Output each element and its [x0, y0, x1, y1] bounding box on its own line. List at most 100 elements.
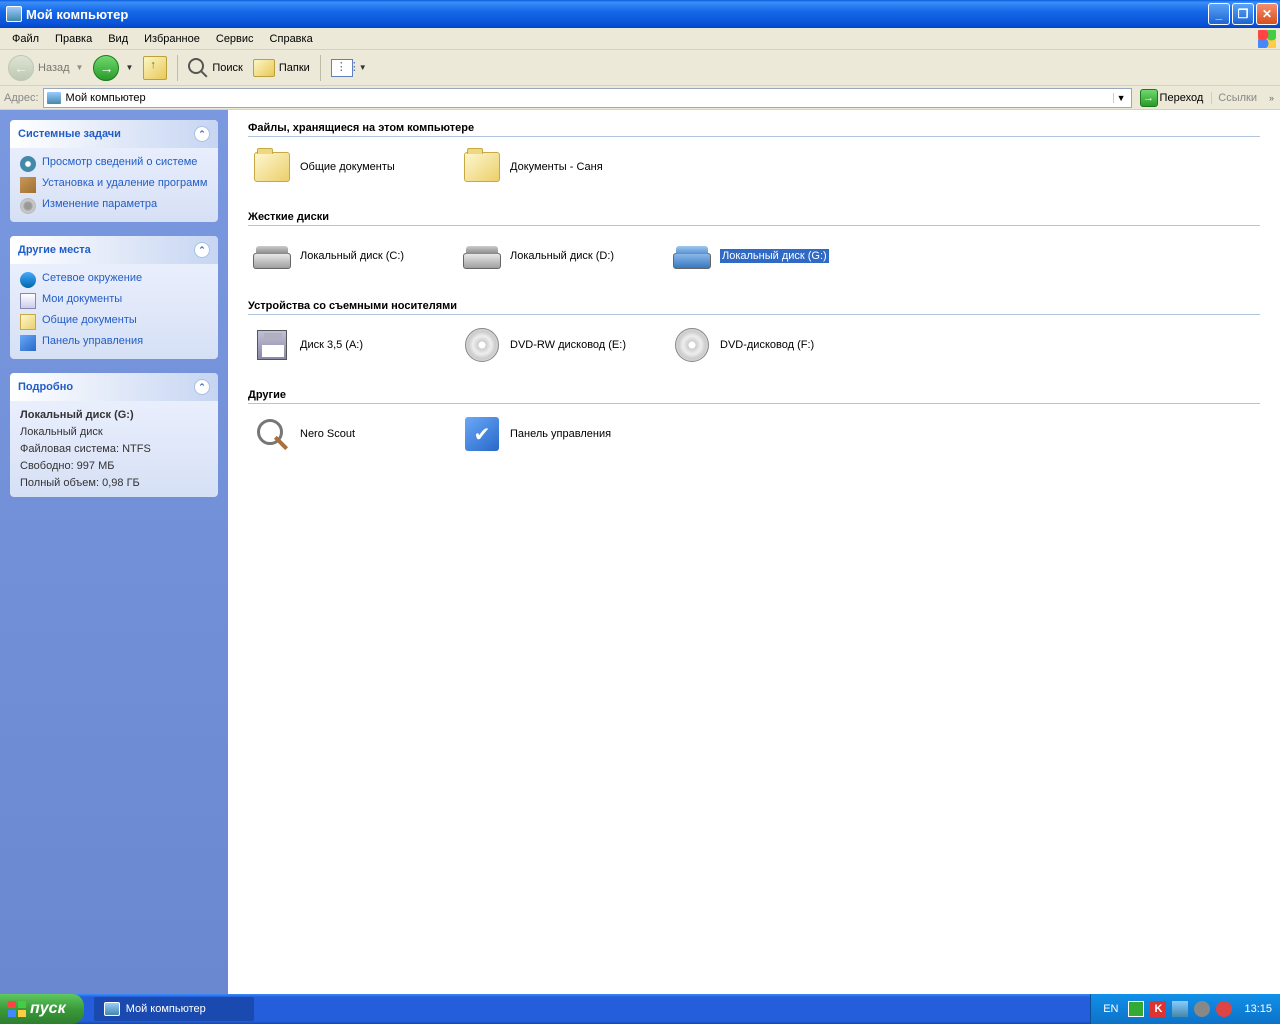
toolbar: ← Назад ▼ → ▼ Поиск Папки ▼	[0, 50, 1280, 86]
item-label: Документы - Саня	[510, 161, 603, 173]
list-item[interactable]: DVD-RW дисковод (E:)	[458, 321, 668, 369]
info-icon	[20, 156, 36, 172]
computer-icon	[46, 91, 62, 105]
task-change-setting[interactable]: Изменение параметра	[20, 198, 208, 214]
go-button[interactable]: → Переход	[1136, 89, 1208, 107]
menu-help[interactable]: Справка	[262, 31, 321, 47]
address-field[interactable]: Мой компьютер ▼	[43, 88, 1132, 108]
collapse-icon: ⌃	[194, 126, 210, 142]
links-button[interactable]: Ссылки	[1211, 92, 1263, 104]
panel-header[interactable]: Подробно ⌃	[10, 373, 218, 401]
maximize-button[interactable]: ❐	[1232, 3, 1254, 25]
folder-icon	[462, 147, 502, 187]
panel-system-tasks: Системные задачи ⌃ Просмотр сведений о с…	[10, 120, 218, 222]
forward-button[interactable]: → ▼	[89, 53, 137, 83]
search-label: Поиск	[212, 62, 242, 74]
list-item[interactable]: Локальный диск (C:)	[248, 232, 458, 280]
detail-name: Локальный диск (G:)	[20, 409, 208, 421]
back-label: Назад	[38, 62, 70, 74]
list-item[interactable]: Локальный диск (G:)	[668, 232, 878, 280]
panel-header[interactable]: Другие места ⌃	[10, 236, 218, 264]
window-title: Мой компьютер	[26, 7, 1208, 22]
panel-header[interactable]: Системные задачи ⌃	[10, 120, 218, 148]
computer-icon	[6, 6, 22, 22]
task-add-remove-programs[interactable]: Установка и удаление программ	[20, 177, 208, 193]
views-icon	[331, 59, 353, 77]
taskbar-item-label: Мой компьютер	[126, 1003, 206, 1015]
tray-icon[interactable]	[1216, 1001, 1232, 1017]
folder-icon	[253, 59, 275, 77]
menu-favorites[interactable]: Избранное	[136, 31, 208, 47]
control-panel-icon	[20, 335, 36, 351]
list-item[interactable]: Документы - Саня	[458, 143, 668, 191]
hdd-blue-icon	[672, 236, 712, 276]
cpanel-icon: ✔	[462, 414, 502, 454]
menu-tools[interactable]: Сервис	[208, 31, 262, 47]
search-button[interactable]: Поиск	[184, 56, 246, 80]
group-header: Жесткие диски	[248, 211, 1260, 226]
list-item[interactable]: ✔Панель управления	[458, 410, 668, 458]
clock[interactable]: 13:15	[1238, 1003, 1272, 1015]
list-item[interactable]: Локальный диск (D:)	[458, 232, 668, 280]
folders-label: Папки	[279, 62, 310, 74]
network-icon	[20, 272, 36, 288]
hdd-icon	[462, 236, 502, 276]
detail-free: Свободно: 997 МБ	[20, 460, 208, 472]
menu-view[interactable]: Вид	[100, 31, 136, 47]
tray-icon[interactable]	[1194, 1001, 1210, 1017]
list-item[interactable]: Nero Scout	[248, 410, 458, 458]
links-chevron-icon[interactable]: »	[1267, 93, 1276, 103]
panel-title: Другие места	[18, 244, 91, 256]
menu-edit[interactable]: Правка	[47, 31, 100, 47]
addressbar: Адрес: Мой компьютер ▼ → Переход Ссылки …	[0, 86, 1280, 110]
windows-logo-icon	[1258, 30, 1276, 48]
chevron-down-icon: ▼	[125, 63, 133, 72]
back-button[interactable]: ← Назад ▼	[4, 53, 87, 83]
place-network[interactable]: Сетевое окружение	[20, 272, 208, 288]
close-button[interactable]: ✕	[1256, 3, 1278, 25]
box-icon	[20, 177, 36, 193]
place-my-documents[interactable]: Мои документы	[20, 293, 208, 309]
kaspersky-icon[interactable]: K	[1150, 1001, 1166, 1017]
menubar: Файл Правка Вид Избранное Сервис Справка	[0, 28, 1280, 50]
address-dropdown[interactable]: ▼	[1113, 93, 1129, 103]
list-item[interactable]: Диск 3,5 (A:)	[248, 321, 458, 369]
folders-button[interactable]: Папки	[249, 57, 314, 79]
item-label: Локальный диск (C:)	[300, 250, 404, 262]
document-icon	[20, 293, 36, 309]
group-header: Другие	[248, 389, 1260, 404]
address-label: Адрес:	[4, 92, 39, 104]
start-button[interactable]: пуск	[0, 994, 84, 1024]
tray-icon[interactable]	[1128, 1001, 1144, 1017]
up-button[interactable]	[139, 54, 171, 82]
chevron-down-icon: ▼	[76, 63, 84, 72]
list-item[interactable]: DVD-дисковод (F:)	[668, 321, 878, 369]
content-area: Файлы, хранящиеся на этом компьютереОбщи…	[228, 110, 1280, 996]
forward-icon: →	[93, 55, 119, 81]
tray-icon[interactable]	[1172, 1001, 1188, 1017]
place-shared-documents[interactable]: Общие документы	[20, 314, 208, 330]
item-label: Локальный диск (G:)	[720, 249, 829, 263]
floppy-icon	[252, 325, 292, 365]
language-indicator[interactable]: EN	[1099, 1003, 1122, 1015]
scout-icon	[252, 414, 292, 454]
titlebar: Мой компьютер _ ❐ ✕	[0, 0, 1280, 28]
separator	[177, 55, 178, 81]
panel-title: Подробно	[18, 381, 73, 393]
detail-type: Локальный диск	[20, 426, 208, 438]
menu-file[interactable]: Файл	[4, 31, 47, 47]
task-view-system-info[interactable]: Просмотр сведений о системе	[20, 156, 208, 172]
address-value: Мой компьютер	[66, 92, 1109, 104]
place-control-panel[interactable]: Панель управления	[20, 335, 208, 351]
panel-details: Подробно ⌃ Локальный диск (G:) Локальный…	[10, 373, 218, 497]
taskbar-item[interactable]: Мой компьютер	[94, 997, 254, 1021]
separator	[320, 55, 321, 81]
item-label: DVD-RW дисковод (E:)	[510, 339, 626, 351]
windows-logo-icon	[8, 1001, 26, 1017]
minimize-button[interactable]: _	[1208, 3, 1230, 25]
taskbar: пуск Мой компьютер EN K 13:15	[0, 994, 1280, 1024]
views-button[interactable]: ▼	[327, 57, 371, 79]
go-label: Переход	[1160, 92, 1204, 104]
list-item[interactable]: Общие документы	[248, 143, 458, 191]
item-label: Локальный диск (D:)	[510, 250, 614, 262]
